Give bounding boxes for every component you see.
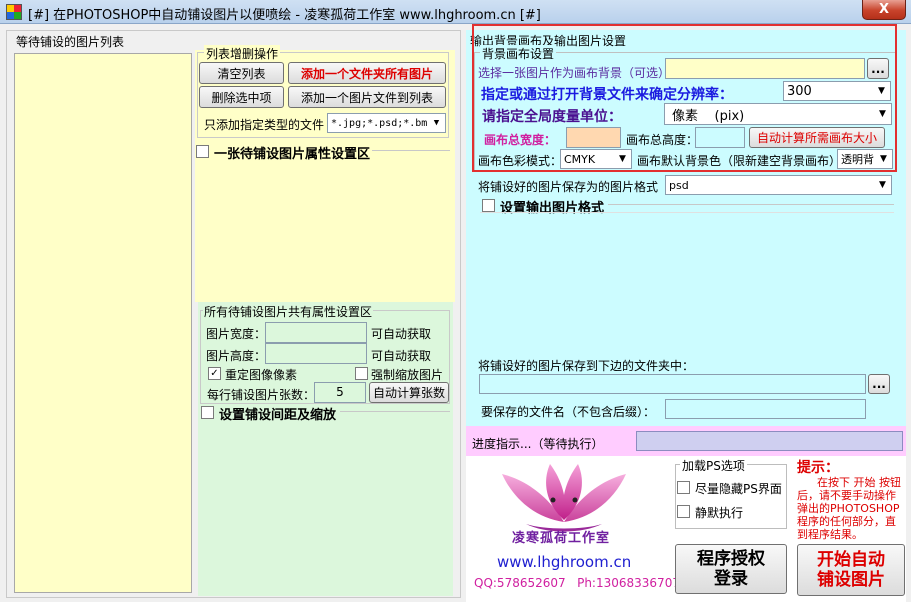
file-name-input[interactable] xyxy=(665,399,866,419)
start-button[interactable]: 开始自动 铺设图片 xyxy=(797,544,905,596)
start-btn-line2: 铺设图片 xyxy=(817,570,885,590)
contact-info: QQ:578652607 Ph:13068336707 xyxy=(474,576,680,590)
hide-ps-checkbox[interactable] xyxy=(677,481,690,494)
save-format-value: psd xyxy=(669,178,689,192)
silent-checkbox[interactable] xyxy=(677,505,690,518)
license-btn-line1: 程序授权 xyxy=(697,549,765,569)
image-width-hint: 可自动获取 xyxy=(371,327,432,341)
checkmark-icon: ✓ xyxy=(210,367,219,379)
type-filter-label: 只添加指定类型的文件 xyxy=(204,118,325,132)
app-icon[interactable] xyxy=(6,4,22,20)
divider xyxy=(372,150,450,151)
image-list-title: 等待铺设的图片列表 xyxy=(16,35,125,49)
divider xyxy=(340,411,450,412)
add-folder-button[interactable]: 添加一个文件夹所有图片 xyxy=(288,62,446,84)
list-ops-title: 列表增删操作 xyxy=(204,45,281,62)
clear-list-button[interactable]: 清空列表 xyxy=(199,62,284,84)
save-format-select[interactable]: psd ▼ xyxy=(665,175,892,195)
highlight-box xyxy=(472,24,897,172)
close-button[interactable]: X xyxy=(862,0,906,20)
type-filter-select[interactable]: *.jpg;*.psd;*.bm ▼ xyxy=(327,113,446,133)
license-login-button[interactable]: 程序授权 登录 xyxy=(675,544,787,594)
hide-ps-label: 尽量隐藏PS界面 xyxy=(695,482,782,496)
output-format-checkbox[interactable] xyxy=(482,199,495,212)
chevron-down-icon: ▼ xyxy=(433,118,440,128)
window-title: [#] 在PHOTOSHOP中自动铺设图片以便喷绘 - 凌寒孤荷工作室 www.… xyxy=(28,8,541,23)
save-folder-label: 将铺设好的图片保存到下边的文件夹中： xyxy=(478,359,695,373)
common-props-title: 所有待铺设图片共有属性设置区 xyxy=(203,303,374,320)
divider xyxy=(608,204,894,205)
resample-checkbox[interactable]: ✓ xyxy=(208,367,221,380)
file-name-label: 要保存的文件名（不包含后缀）： xyxy=(481,405,656,419)
image-height-hint: 可自动获取 xyxy=(371,349,432,363)
spacing-label: 设置铺设间距及缩放 xyxy=(219,408,337,423)
force-scale-label: 强制缩放图片 xyxy=(371,368,444,382)
studio-name: 凌寒孤荷工作室 xyxy=(512,531,611,546)
save-format-label: 将铺设好的图片保存为的图片格式 xyxy=(478,180,659,194)
image-width-input[interactable] xyxy=(265,322,367,343)
image-height-input[interactable] xyxy=(265,343,367,364)
save-folder-input[interactable] xyxy=(479,374,866,394)
resample-label: 重定图像像素 xyxy=(225,368,298,382)
force-scale-checkbox[interactable] xyxy=(355,367,368,380)
start-btn-line1: 开始自动 xyxy=(817,550,885,570)
single-props-label: 一张待铺设图片属性设置区 xyxy=(214,147,371,162)
image-height-label: 图片高度： xyxy=(206,349,267,363)
single-props-checkbox[interactable] xyxy=(196,145,209,158)
image-list[interactable] xyxy=(14,53,192,593)
per-row-input[interactable]: 5 xyxy=(314,382,366,403)
spacing-checkbox[interactable] xyxy=(201,406,214,419)
delete-selected-button[interactable]: 删除选中项 xyxy=(199,86,284,108)
auto-count-button[interactable]: 自动计算张数 xyxy=(369,382,449,403)
type-filter-value: *.jpg;*.psd;*.bm xyxy=(331,117,428,129)
divider xyxy=(480,212,894,213)
hint-text: 在按下 开始 按钮后，请不要手动操作弹出的PHOTOSHOP程序的任何部分，直到… xyxy=(797,476,901,541)
hint-title: 提示： xyxy=(797,460,839,476)
website-link[interactable]: www.lhghroom.cn xyxy=(497,553,631,571)
save-folder-browse-button[interactable]: ... xyxy=(868,374,890,394)
license-btn-line2: 登录 xyxy=(714,569,748,589)
progress-label: 进度指示...（等待执行） xyxy=(472,437,604,451)
ps-options-title: 加载PS选项 xyxy=(680,457,747,474)
silent-label: 静默执行 xyxy=(695,506,744,520)
progress-bar xyxy=(636,431,903,451)
per-row-label: 每行铺设图片张数： xyxy=(207,388,316,402)
image-width-label: 图片宽度： xyxy=(206,327,267,341)
output-format-label: 设置输出图片格式 xyxy=(500,201,605,216)
add-file-button[interactable]: 添加一个图片文件到列表 xyxy=(288,86,446,108)
chevron-down-icon: ▼ xyxy=(879,180,886,190)
